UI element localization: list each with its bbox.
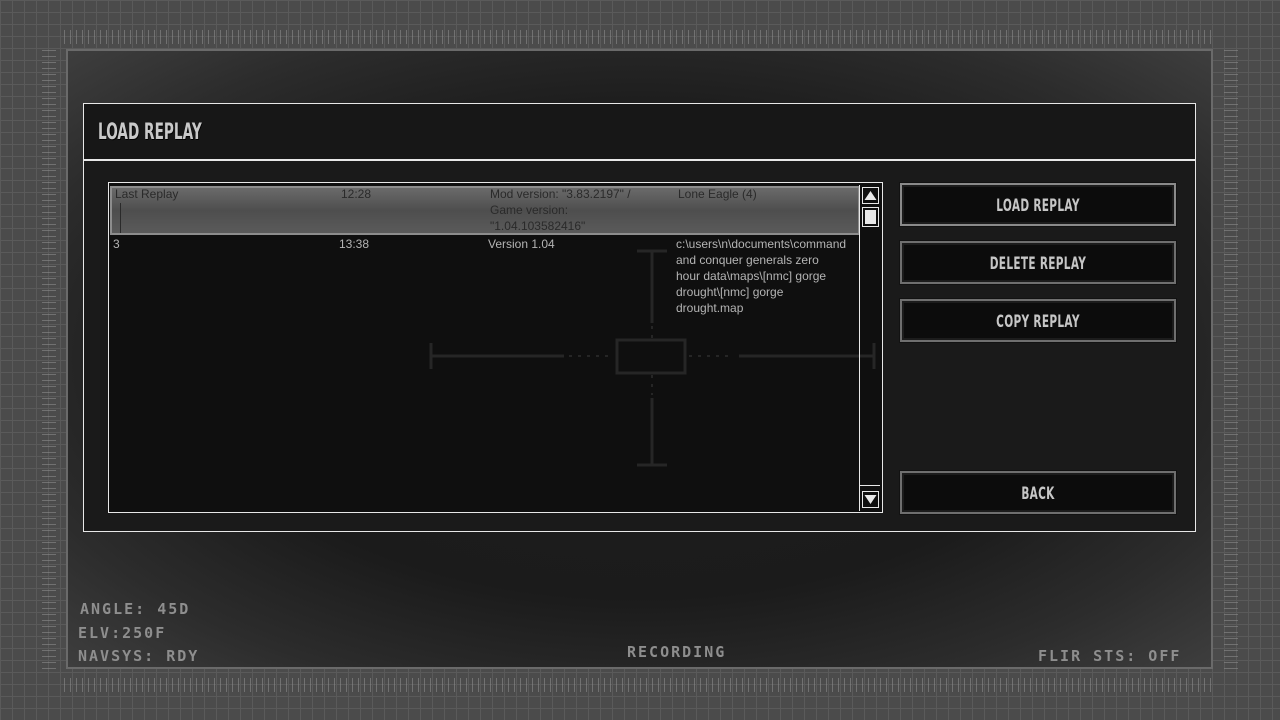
replay-time: 13:38	[339, 237, 370, 251]
back-label: BACK	[1021, 484, 1055, 504]
hud-navsys: NAVSYS: RDY	[78, 647, 200, 665]
bottom-ruler	[64, 678, 1214, 692]
replay-row-selected[interactable]: Last Replay 12:28 Mod version: "3.83.219…	[110, 186, 860, 235]
top-ruler	[64, 30, 1214, 44]
replay-list[interactable]: Last Replay 12:28 Mod version: "3.83.219…	[108, 182, 883, 513]
scroll-track-divider	[860, 485, 880, 486]
text-caret	[120, 203, 121, 233]
scroll-down-button[interactable]	[862, 491, 879, 508]
scroll-up-button[interactable]	[862, 187, 879, 204]
copy-replay-label: COPY REPLAY	[996, 312, 1080, 332]
replay-row[interactable]: 3 13:38 Version 1.04 c:\users\n\document…	[110, 236, 860, 316]
load-replay-button[interactable]: LOAD REPLAY	[899, 182, 1177, 227]
triangle-up-icon	[864, 191, 877, 200]
back-button[interactable]: BACK	[899, 470, 1177, 515]
replay-version: Version 1.04	[488, 237, 555, 251]
delete-replay-label: DELETE REPLAY	[989, 254, 1087, 274]
page-title: LOAD REPLAY	[98, 120, 202, 145]
replay-map: c:\users\n\documents\command and conquer…	[676, 237, 847, 315]
replay-time: 12:28	[341, 187, 372, 201]
delete-replay-button[interactable]: DELETE REPLAY	[899, 240, 1177, 285]
replay-name: Last Replay	[115, 187, 179, 201]
replay-name: 3	[113, 237, 120, 251]
hud-angle: ANGLE: 45D	[80, 600, 191, 618]
dialog-header: LOAD REPLAY	[84, 104, 1195, 161]
replay-map: Lone Eagle (4)	[678, 187, 757, 201]
load-replay-label: LOAD REPLAY	[996, 196, 1080, 216]
triangle-down-icon	[864, 495, 877, 504]
scroll-thumb[interactable]	[862, 207, 879, 227]
list-scrollbar[interactable]	[859, 185, 880, 511]
hud-elevation: ELV:250F	[78, 624, 167, 642]
hud-recording-status: RECORDING	[627, 643, 727, 661]
replay-version: Mod version: "3.83.2197" / Game version:…	[490, 187, 631, 233]
hud-flir-status: FLIR STS: OFF	[1038, 647, 1182, 665]
left-ruler	[42, 50, 56, 670]
right-ruler	[1224, 50, 1238, 670]
copy-replay-button[interactable]: COPY REPLAY	[899, 298, 1177, 343]
